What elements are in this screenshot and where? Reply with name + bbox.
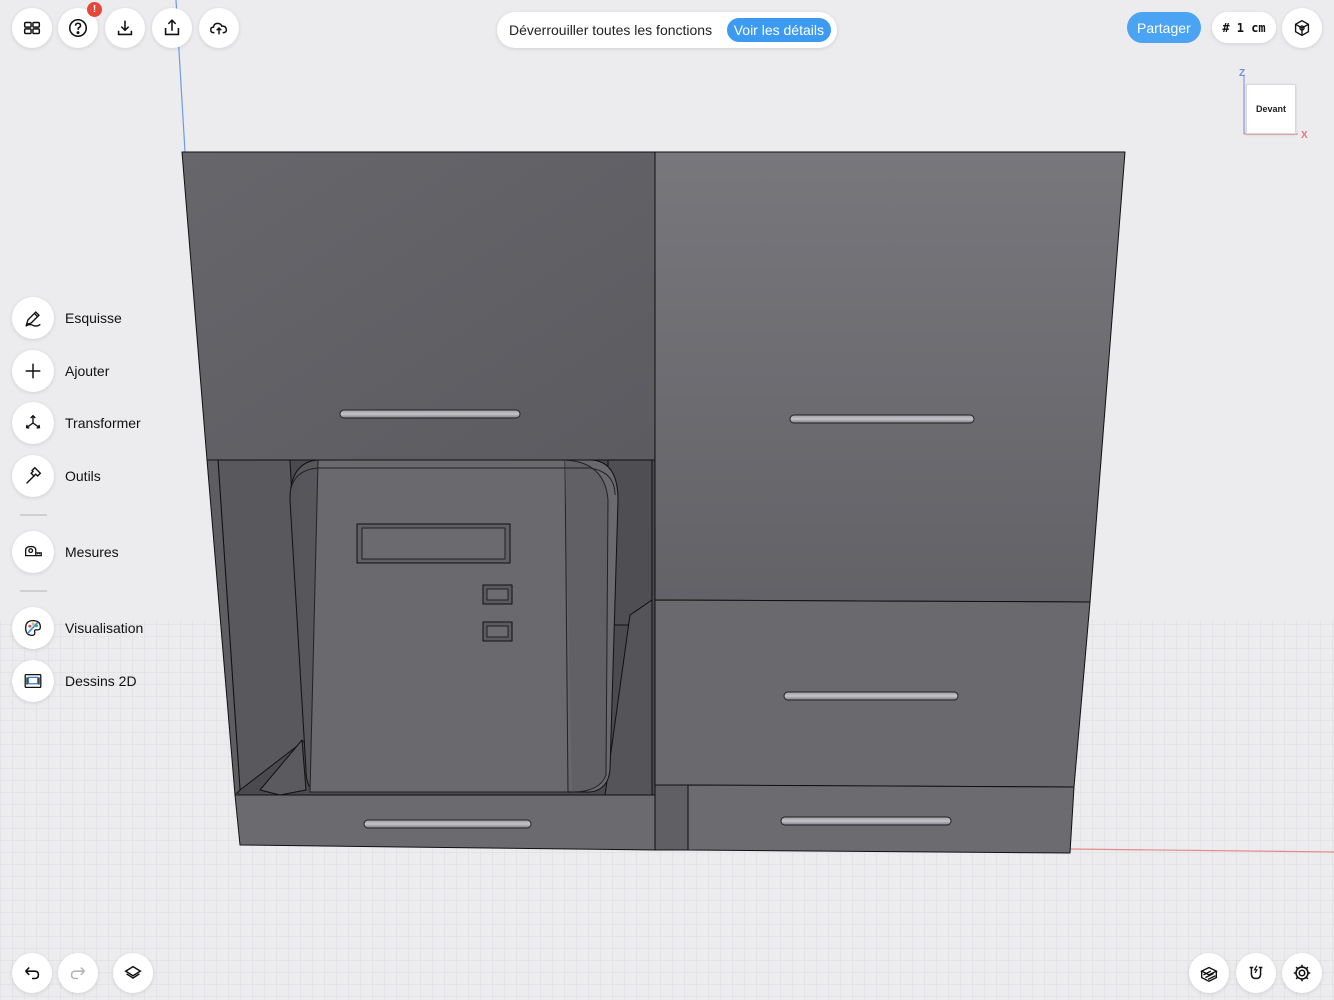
gear-icon bbox=[1293, 964, 1311, 982]
redo-icon bbox=[70, 966, 85, 980]
appliance-button-1-inner bbox=[486, 588, 509, 601]
cabinet-model[interactable] bbox=[0, 0, 1334, 1000]
download-icon bbox=[117, 20, 133, 36]
section-button[interactable] bbox=[1189, 953, 1229, 993]
tool-sketch[interactable]: Esquisse bbox=[12, 297, 122, 339]
viewport[interactable]: ! Déverrouiller toutes les fonctions Voi… bbox=[0, 0, 1334, 1000]
question-icon bbox=[68, 18, 88, 38]
help-badge: ! bbox=[87, 2, 102, 17]
cube-view-icon bbox=[1294, 19, 1310, 37]
tool-visualization-label: Visualisation bbox=[65, 620, 144, 636]
tool-tools-label: Outils bbox=[65, 468, 101, 484]
plus-icon bbox=[25, 363, 41, 379]
view-cube-face[interactable]: Devant bbox=[1246, 84, 1296, 134]
tool-tools[interactable]: Outils bbox=[12, 455, 101, 497]
cloud-button[interactable] bbox=[199, 8, 239, 48]
unlock-banner: Déverrouiller toutes les fonctions Voir … bbox=[497, 12, 837, 48]
tape-measure-icon bbox=[25, 545, 42, 557]
drawing-sheet-icon bbox=[24, 673, 42, 689]
share-upload-icon bbox=[164, 19, 180, 36]
tool-transform[interactable]: Transformer bbox=[12, 402, 141, 444]
handle-bottom-right[interactable] bbox=[780, 816, 952, 826]
undo-button[interactable] bbox=[12, 953, 52, 993]
handle-upper-right[interactable] bbox=[789, 414, 975, 424]
tool-2d-drawings-label: Dessins 2D bbox=[65, 673, 137, 689]
appliance-display-inner bbox=[361, 527, 506, 560]
help-button[interactable]: ! bbox=[58, 2, 102, 48]
tool-add[interactable]: Ajouter bbox=[12, 350, 109, 392]
tool-2d-drawings[interactable]: Dessins 2D bbox=[12, 660, 137, 702]
banner-text: Déverrouiller toutes les fonctions bbox=[509, 22, 713, 38]
tool-transform-label: Transformer bbox=[65, 415, 141, 431]
cloud-upload-icon bbox=[210, 22, 228, 35]
tool-add-label: Ajouter bbox=[65, 363, 110, 379]
appliance-button-2-inner bbox=[486, 625, 509, 638]
right-tall-door[interactable] bbox=[654, 151, 1126, 603]
section-plane-icon bbox=[1200, 966, 1218, 983]
export-button[interactable] bbox=[152, 8, 192, 48]
magnet-icon bbox=[1249, 965, 1263, 980]
tool-visualization[interactable]: Visualisation bbox=[12, 607, 143, 649]
move-arrows-icon bbox=[25, 414, 41, 429]
grid-size-indicator[interactable]: # 1 cm bbox=[1212, 12, 1276, 43]
layers-button[interactable] bbox=[113, 953, 153, 993]
tool-separator bbox=[20, 514, 47, 516]
layers-icon bbox=[124, 965, 142, 979]
grid-icon bbox=[23, 21, 41, 35]
tool-separator bbox=[20, 590, 47, 592]
redo-button[interactable] bbox=[58, 953, 98, 993]
settings-button[interactable] bbox=[1282, 953, 1322, 993]
undo-icon bbox=[25, 966, 40, 980]
pencil-icon bbox=[25, 311, 41, 327]
import-button[interactable] bbox=[105, 8, 145, 48]
home-button[interactable] bbox=[12, 8, 52, 48]
appliance-front bbox=[309, 459, 569, 793]
tool-measures[interactable]: Mesures bbox=[12, 531, 119, 573]
palette-icon bbox=[25, 620, 41, 636]
share-button[interactable]: Partager bbox=[1127, 12, 1201, 43]
handle-bottom-left[interactable] bbox=[363, 819, 532, 829]
handle-middle-right[interactable] bbox=[783, 691, 959, 701]
handle-upper-left[interactable] bbox=[339, 409, 521, 419]
hammer-icon bbox=[26, 466, 42, 484]
tool-sketch-label: Esquisse bbox=[65, 310, 122, 326]
tool-measures-label: Mesures bbox=[65, 544, 119, 560]
snap-button[interactable] bbox=[1236, 953, 1276, 993]
details-button[interactable]: Voir les détails bbox=[726, 18, 831, 42]
view-cube[interactable]: Z Devant X bbox=[1234, 68, 1314, 148]
bottom-right-plinth bbox=[654, 784, 689, 851]
axis-x-label: X bbox=[1301, 130, 1308, 141]
appliance-side-curve bbox=[564, 459, 609, 793]
view-mode-button[interactable] bbox=[1282, 8, 1322, 48]
